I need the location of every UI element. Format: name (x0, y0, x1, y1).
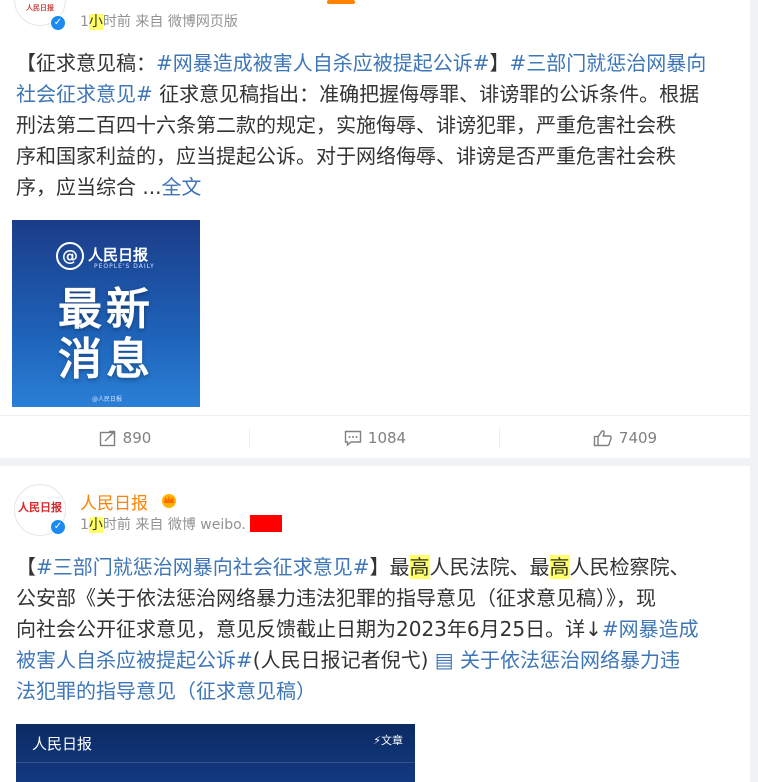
comment-button[interactable]: 1084 (250, 416, 500, 459)
avatar-logo-text: 人民日报 (26, 3, 54, 12)
author-name[interactable]: 人民日报 (80, 489, 148, 514)
avatar-logo-text: 人民日报 (18, 501, 62, 514)
hashtag-link[interactable]: 社会征求意见# (16, 82, 153, 106)
hashtag-link[interactable]: #网暴造成被害人自杀应被提起公诉# (156, 51, 490, 75)
post-actions: 890 1084 7409 (0, 415, 750, 459)
search-highlight: 高 (409, 555, 430, 579)
post-text-span: 】最 (369, 555, 410, 579)
thumbs-up-icon (593, 429, 612, 446)
image-watermark: @人民日报 (92, 396, 123, 403)
post-text-span: 公安部《关于依法惩治网络暴力违法犯罪的指导意见（征求意见稿）》，现 (16, 586, 656, 610)
image-brand-en: PEOPLE'S DAILY (94, 263, 155, 270)
verified-icon: ✓ (50, 519, 66, 535)
comment-icon (344, 430, 362, 447)
post-text-span: 【征求意见稿： (16, 51, 156, 75)
hashtag-link[interactable]: #三部门就惩治网暴向 (510, 51, 707, 75)
hashtag-link[interactable]: ▤ 关于依法惩治网络暴力违 (435, 648, 680, 672)
post-text-span: 征求意见稿指出：准确把握侮辱罪、诽谤罪的公诉条件。根据 (152, 82, 700, 106)
post-meta: 1小时前 来自 微博网页版 (80, 11, 238, 31)
post-image[interactable]: @ 人民日报 PEOPLE'S DAILY 最新 消息 @人民日报 (12, 220, 200, 407)
preview-title: 人民日报 (32, 735, 93, 753)
post-text: 【#三部门就惩治网暴向社会征求意见#】最高人民法院、最高人民检察院、 公安部《关于… (16, 552, 746, 707)
post-text-span: (人民日报记者倪弋) (252, 648, 435, 672)
hashtag-link[interactable]: #三部门就惩治网暴向社会征求意见# (36, 555, 370, 579)
post-text: 【征求意见稿：#网暴造成被害人自杀应被提起公诉#】#三部门就惩治网暴向 社会征求意… (16, 48, 746, 203)
post-time-prefix: 1 (80, 14, 89, 30)
hashtag-link[interactable]: 全文 (161, 175, 201, 199)
at-icon: @ (56, 242, 84, 270)
post-text-line: 刑法第二百四十六条第二款的规定，实施侮辱、诽谤犯罪，严重危害社会秩 (16, 110, 746, 141)
post-text-line: 被害人自杀应被提起公诉#(人民日报记者倪弋) ▤ 关于依法惩治网络暴力违 (16, 645, 746, 676)
post-text-line: 序和国家利益的，应当提起公诉。对于网络侮辱、诽谤是否严重危害社会秩 (16, 141, 746, 172)
search-highlight: 小 (88, 517, 103, 533)
post-text-span: 人民检察院、 (569, 555, 690, 579)
weibo-post-1: 人民日报 ✓ 1小时前 来自 微博网页版 【征求意见稿：#网暴造成被害人自杀应被… (0, 0, 750, 458)
post-text-line: 社会征求意见# 征求意见稿指出：准确把握侮辱罪、诽谤罪的公诉条件。根据 (16, 79, 746, 110)
hashtag-link[interactable]: 被害人自杀应被提起公诉# (16, 648, 253, 672)
post-text-line: 序，应当综合 ...全文 (16, 172, 746, 203)
hashtag-link[interactable]: #网暴造成 (602, 617, 699, 641)
post-text-span: 人民法院、最 (429, 555, 550, 579)
post-text-span: 序和国家利益的，应当提起公诉。对于网络侮辱、诽谤是否严重危害社会秩 (16, 144, 676, 168)
post-time-prefix: 1 (80, 517, 89, 533)
search-highlight: 小 (88, 14, 103, 30)
repost-icon (99, 430, 115, 446)
crown-badge-icon[interactable] (160, 492, 178, 508)
image-headline-2: 消息 (58, 334, 154, 385)
hashtag-link[interactable]: 法犯罪的指导意见（征求意见稿） (16, 679, 316, 703)
repost-button[interactable]: 890 (0, 416, 250, 459)
article-preview-card[interactable]: 人民日报 ⚡文章 (16, 724, 415, 782)
post-text-span: 】 (489, 51, 510, 75)
divider (16, 762, 415, 763)
post-text-line: 【#三部门就惩治网暴向社会征求意见#】最高人民法院、最高人民检察院、 (16, 552, 746, 583)
search-highlight: 高 (549, 555, 570, 579)
post-text-span: 向社会公开征求意见，意见反馈截止日期为2023年6月25日。详↓ (16, 617, 602, 641)
post-text-span: 【 (16, 555, 36, 579)
post-text-line: 公安部《关于依法惩治网络暴力违法犯罪的指导意见（征求意见稿）》，现 (16, 583, 746, 614)
post-time-source[interactable]: 时前 来自 微博网页版 (103, 14, 238, 30)
redaction-mark (250, 515, 282, 532)
image-headline-1: 最新 (58, 284, 154, 335)
image-brand: 人民日报 (88, 246, 149, 264)
post-text-line: 【征求意见稿：#网暴造成被害人自杀应被提起公诉#】#三部门就惩治网暴向 (16, 48, 746, 79)
active-tab-indicator (327, 0, 355, 4)
article-tag: ⚡文章 (373, 734, 403, 747)
like-count: 7409 (618, 428, 658, 447)
post-text-span: 刑法第二百四十六条第二款的规定，实施侮辱、诽谤犯罪，严重危害社会秩 (16, 113, 676, 137)
verified-icon: ✓ (50, 15, 66, 31)
post-text-span: 序，应当综合 ... (16, 175, 162, 199)
like-button[interactable]: 7409 (500, 416, 750, 459)
post-meta: 1小时前 来自 微博 weibo. (80, 514, 246, 534)
repost-count: 890 (122, 428, 152, 447)
comment-count: 1084 (367, 428, 407, 447)
post-text-line: 法犯罪的指导意见（征求意见稿） (16, 676, 746, 707)
post-time-source[interactable]: 时前 来自 微博 weibo. (103, 517, 246, 533)
post-text-line: 向社会公开征求意见，意见反馈截止日期为2023年6月25日。详↓#网暴造成 (16, 614, 746, 645)
